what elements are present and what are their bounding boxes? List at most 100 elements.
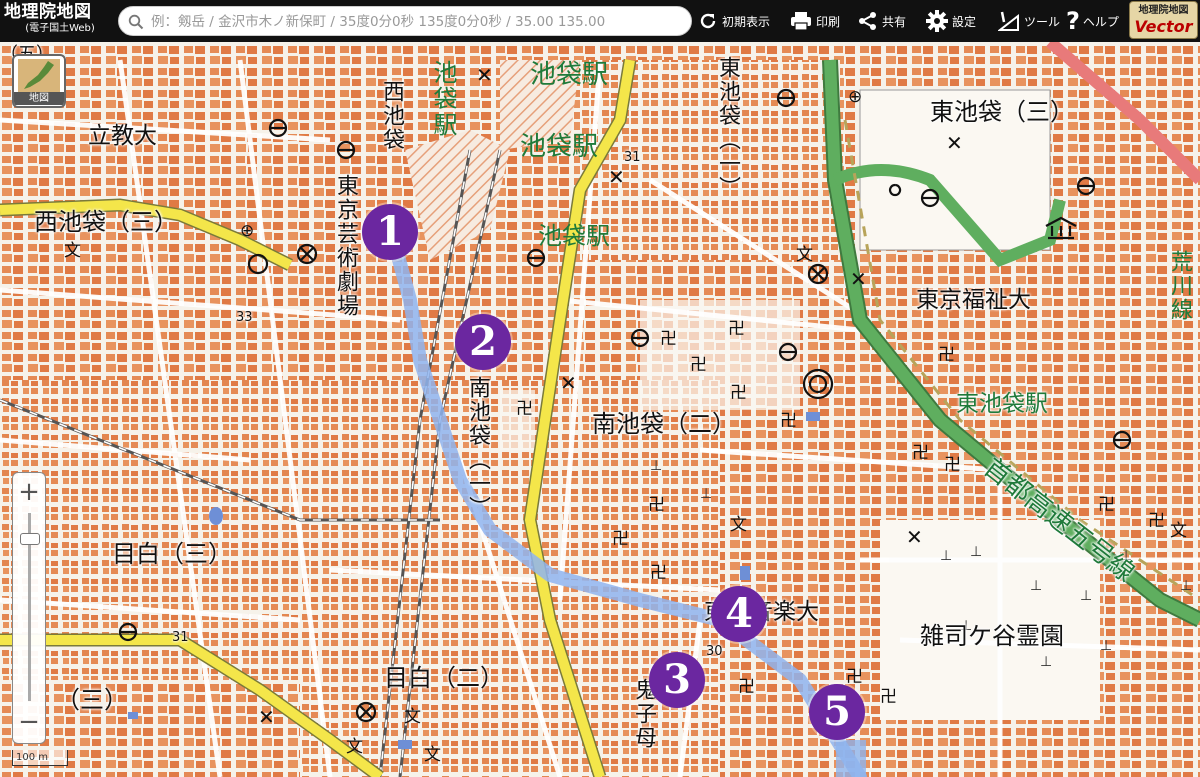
label-rikkyo-university: 立教大 — [88, 123, 157, 149]
print-button[interactable]: 印刷 — [790, 0, 840, 42]
zoom-in-button[interactable]: + — [13, 475, 45, 509]
waypoint-marker-5[interactable]: 5 — [809, 684, 865, 740]
label-ikebukuro-station-2: 池袋駅 — [520, 132, 599, 162]
zoom-slider-handle[interactable] — [20, 533, 40, 545]
svg-text:文: 文 — [730, 515, 747, 535]
refresh-icon — [700, 13, 716, 29]
svg-text:⊥: ⊥ — [650, 458, 662, 474]
svg-text:卍: 卍 — [612, 529, 629, 549]
svg-text:⊥: ⊥ — [1030, 578, 1042, 594]
svg-text:卍: 卍 — [1148, 511, 1165, 531]
label-minami-ikebukuro-1: 南池袋（一） — [465, 376, 490, 520]
label-route-33: 33 — [236, 310, 253, 325]
reset-view-label: 初期表示 — [722, 14, 771, 29]
help-icon: ? — [1066, 7, 1080, 35]
label-mejiro-3: 目白（三） — [112, 540, 232, 568]
svg-text:⊥: ⊥ — [1040, 654, 1052, 670]
label-route-31-b: 31 — [172, 630, 189, 645]
tools-button[interactable]: ツール — [998, 0, 1060, 42]
svg-text:✕: ✕ — [560, 371, 577, 395]
svg-text:卍: 卍 — [728, 319, 745, 339]
svg-text:卍: 卍 — [944, 455, 961, 475]
svg-text:⊥: ⊥ — [700, 486, 712, 502]
svg-text:文: 文 — [64, 241, 81, 261]
svg-text:✕: ✕ — [476, 63, 493, 87]
layer-button-label: 地図 — [14, 92, 64, 105]
svg-text:⊥: ⊥ — [970, 544, 982, 560]
svg-text:✕: ✕ — [906, 525, 923, 549]
map-canvas[interactable]: ✕ ✕ ✕ ✕ ✕ ✕ ✕ 卍卍卍 卍 卍 卍 卍 卍 卍 卍 卍 卍 卍 卍 … — [0, 42, 1200, 777]
svg-text:卍: 卍 — [938, 345, 955, 365]
vector-logo-line1: 地理院地図 — [1138, 5, 1189, 16]
label-ikebukuro-station-vertical: 池袋駅 — [429, 60, 457, 138]
waypoint-marker-4[interactable]: 4 — [711, 586, 767, 642]
waypoint-marker-3[interactable]: 3 — [649, 652, 705, 708]
svg-text:✕: ✕ — [258, 705, 275, 729]
svg-text:⊕: ⊕ — [848, 87, 862, 107]
label-ikebukuro-station-3: 池袋駅 — [538, 222, 610, 250]
japan-map-thumbnail-icon — [18, 59, 60, 93]
label-higashi-ikebukuro-1: 東池袋（一） — [715, 56, 740, 200]
label-ikebukuro-station-1: 池袋駅 — [530, 60, 609, 90]
help-button[interactable]: ? ヘルプ — [1066, 0, 1119, 42]
svg-text:⊕: ⊕ — [240, 221, 254, 241]
svg-text:⊥: ⊥ — [1180, 578, 1192, 594]
share-label: 共有 — [882, 14, 907, 29]
scale-bar: 100 m — [12, 750, 68, 766]
label-higashi-ikebukuro-station: 東池袋駅 — [956, 391, 1048, 417]
vector-logo-line2: Vector — [1134, 17, 1193, 36]
label-tokyo-fukushi-university: 東京福祉大 — [916, 287, 1031, 313]
share-button[interactable]: 共有 — [858, 0, 906, 42]
svg-text:卍: 卍 — [648, 495, 665, 515]
svg-text:卍: 卍 — [730, 383, 747, 403]
brand-subtitle: (電子国土Web) — [25, 23, 95, 34]
label-tokyo-geijutsu-gekijo: 東京芸術劇場 — [333, 174, 358, 318]
settings-label: 設定 — [952, 14, 977, 29]
svg-text:卍: 卍 — [516, 399, 533, 419]
print-label: 印刷 — [816, 14, 841, 29]
label-arakawa-line: 荒川線 — [1167, 250, 1192, 322]
reset-view-button[interactable]: 初期表示 — [698, 0, 770, 42]
label-left-3: （三） — [56, 686, 128, 714]
settings-button[interactable]: 設定 — [926, 0, 976, 42]
waypoint-marker-2[interactable]: 2 — [455, 314, 511, 370]
svg-text:文: 文 — [1170, 521, 1187, 541]
base-map-layer-button[interactable]: 地図 — [12, 54, 66, 108]
gear-icon — [926, 10, 948, 32]
svg-text:卍: 卍 — [780, 411, 797, 431]
svg-text:⊥: ⊥ — [1080, 588, 1092, 604]
search-box — [118, 6, 692, 36]
svg-text:✕: ✕ — [608, 165, 625, 189]
label-zoshigaya-cemetery: 雑司ケ谷霊園 — [920, 622, 1064, 650]
label-elevation-30: 30 — [706, 644, 723, 659]
label-nishi-ikebukuro: 西池袋 — [379, 80, 404, 152]
svg-text:卍: 卍 — [880, 687, 897, 707]
search-input[interactable] — [149, 10, 689, 34]
search-icon — [128, 14, 144, 30]
svg-text:文: 文 — [796, 245, 813, 265]
label-minami-ikebukuro-2: 南池袋（二） — [592, 410, 736, 438]
print-icon — [791, 12, 811, 31]
label-nishi-ikebukuro-3: 西池袋（三） — [34, 208, 178, 236]
svg-text:文: 文 — [424, 745, 441, 765]
svg-text:文: 文 — [404, 707, 421, 727]
label-mejiro-2: 目白（二） — [384, 664, 504, 692]
svg-text:卍: 卍 — [650, 563, 667, 583]
tools-icon — [998, 11, 1019, 31]
svg-text:卍: 卍 — [738, 677, 755, 697]
svg-text:⊥: ⊥ — [1100, 638, 1112, 654]
vector-logo[interactable]: 地理院地図 Vector — [1129, 1, 1198, 39]
brand-title: 地理院地図 — [4, 2, 92, 22]
svg-text:⊥: ⊥ — [940, 548, 952, 564]
waypoint-marker-1[interactable]: 1 — [362, 204, 418, 260]
svg-text:卍: 卍 — [660, 329, 677, 349]
svg-text:卍: 卍 — [846, 667, 863, 687]
zoom-control: + − — [12, 472, 46, 744]
brand-logo[interactable]: 地理院地図 (電子国土Web) — [4, 2, 116, 36]
top-toolbar: 地理院地図 (電子国土Web) 初期表示 印刷 共有 — [0, 0, 1200, 42]
svg-text:✕: ✕ — [850, 267, 867, 291]
share-icon — [859, 12, 876, 30]
label-higashi-ikebukuro-3: 東池袋（三） — [930, 98, 1074, 126]
label-route-31-a: 31 — [624, 150, 641, 165]
zoom-out-button[interactable]: − — [13, 705, 45, 739]
